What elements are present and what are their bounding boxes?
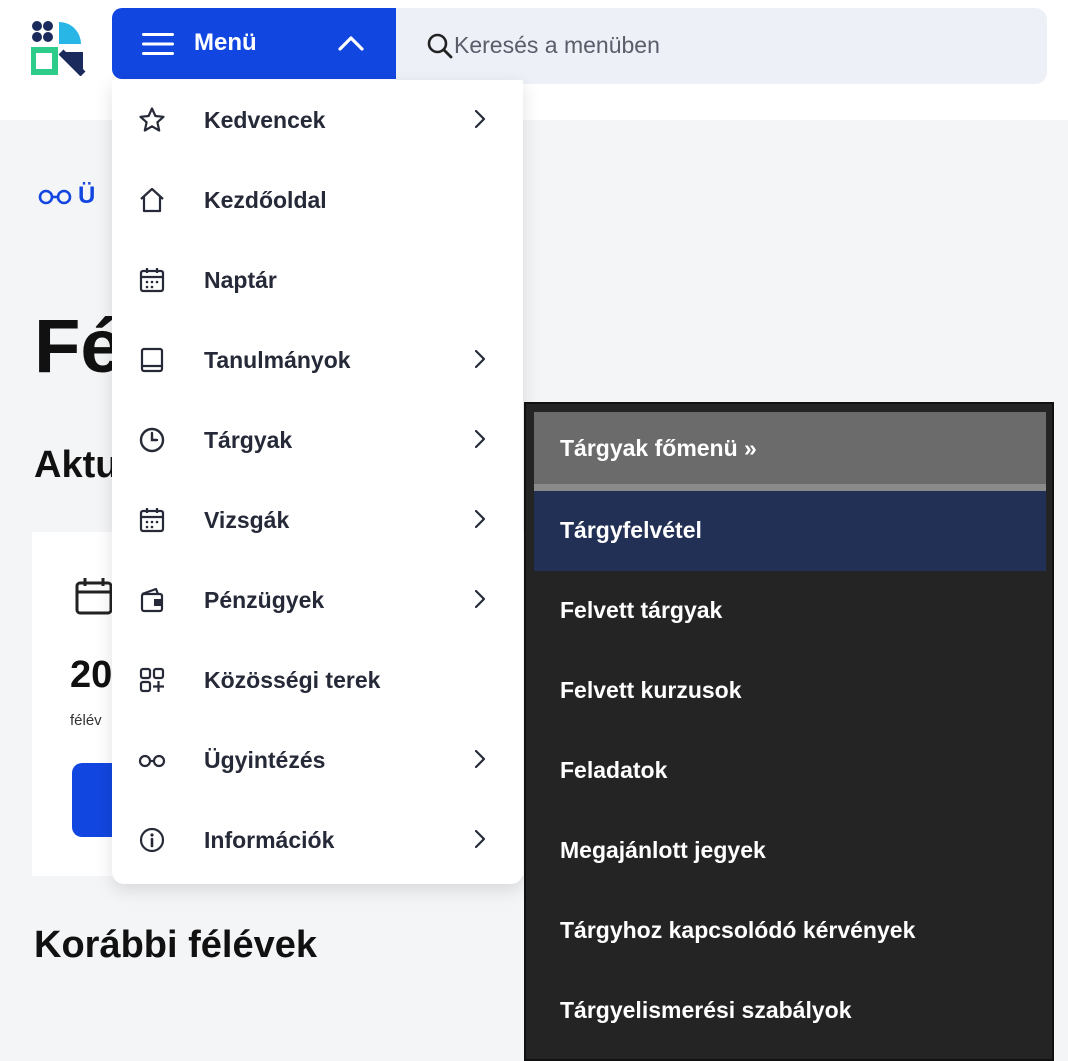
chevron-right-icon [473, 748, 487, 775]
main-menu-dropdown: Kedvencek Kezdőoldal Naptár Tanulmányok … [112, 80, 523, 884]
submenu-item-label: Tárgyfelvétel [560, 517, 702, 543]
menu-item-tanulmanyok[interactable]: Tanulmányok [112, 320, 523, 400]
menu-item-label: Tanulmányok [204, 347, 351, 373]
app-logo[interactable] [30, 20, 87, 77]
section-heading-current: Aktu [34, 444, 119, 486]
semester-year: 20 [70, 654, 113, 696]
chevron-right-icon [473, 108, 487, 135]
chevron-right-icon [473, 588, 487, 615]
menu-item-label: Naptár [204, 267, 277, 293]
menu-item-kezdooldal[interactable]: Kezdőoldal [112, 160, 523, 240]
submenu-item-felvett-targyak[interactable]: Felvett tárgyak [534, 571, 1046, 651]
submenu-header-link[interactable]: Tárgyak főmenü » [534, 412, 1046, 493]
menu-item-targyak[interactable]: Tárgyak [112, 400, 523, 480]
submenu-header-label: Tárgyak főmenü » [560, 435, 757, 461]
menu-item-label: Vizsgák [204, 507, 290, 533]
search-icon [427, 33, 453, 64]
submenu-item-targyfelvetel[interactable]: Tárgyfelvétel [534, 491, 1046, 571]
menu-item-label: Ügyintézés [204, 747, 326, 773]
menu-item-label: Kezdőoldal [204, 187, 327, 213]
hamburger-icon [142, 32, 174, 61]
chevron-right-icon [473, 508, 487, 535]
book-icon [138, 346, 166, 374]
menu-item-label: Tárgyak [204, 427, 293, 453]
menu-search [396, 8, 1047, 84]
menu-toggle-button[interactable]: Menü [112, 8, 396, 79]
submenu-item-label: Megajánlott jegyek [560, 837, 766, 863]
submenu-item-label: Tárgyelismerési szabályok [560, 997, 852, 1023]
menu-item-vizsgak[interactable]: Vizsgák [112, 480, 523, 560]
search-input[interactable] [454, 30, 1014, 60]
section-heading-previous: Korábbi félévek [34, 924, 317, 966]
menu-item-ugyintezes[interactable]: Ügyintézés [112, 720, 523, 800]
submenu-item-megajanlott-jegyek[interactable]: Megajánlott jegyek [534, 811, 1046, 891]
chevron-right-icon [473, 428, 487, 455]
submenu-item-targyhoz-kapcsolodo-kervenyek[interactable]: Tárgyhoz kapcsolódó kérvények [534, 891, 1046, 971]
menu-item-naptar[interactable]: Naptár [112, 240, 523, 320]
glasses-icon [138, 746, 166, 774]
calendar-icon [138, 266, 166, 294]
chevron-right-icon [473, 348, 487, 375]
menu-item-kedvencek[interactable]: Kedvencek [112, 80, 523, 160]
submenu-item-felvett-kurzusok[interactable]: Felvett kurzusok [534, 651, 1046, 731]
breadcrumb-label: Ü [78, 182, 96, 209]
submenu-item-label: Feladatok [560, 757, 668, 783]
menu-item-informaciok[interactable]: Információk [112, 800, 523, 880]
menu-item-label: Kedvencek [204, 107, 326, 133]
menu-item-kozossegi-terek[interactable]: Közösségi terek [112, 640, 523, 720]
wallet-icon [138, 586, 166, 614]
chevron-up-icon [337, 32, 365, 59]
menu-item-label: Információk [204, 827, 335, 853]
menu-item-penzugyek[interactable]: Pénzügyek [112, 560, 523, 640]
submenu-item-feladatok[interactable]: Feladatok [534, 731, 1046, 811]
star-icon [138, 106, 166, 134]
info-icon [138, 826, 166, 854]
breadcrumb[interactable]: Ü [38, 182, 95, 210]
clock-icon [138, 426, 166, 454]
submenu-item-label: Tárgyhoz kapcsolódó kérvények [560, 917, 916, 943]
submenu-item-targyelismeresi-szabalyok[interactable]: Tárgyelismerési szabályok [534, 971, 1046, 1051]
semester-label: félév [70, 712, 102, 729]
targyak-submenu: Tárgyak főmenü » Tárgyfelvétel Felvett t… [524, 402, 1054, 1061]
chevron-right-icon [473, 828, 487, 855]
menu-item-label: Közösségi terek [204, 667, 381, 693]
submenu-item-label: Felvett kurzusok [560, 677, 742, 703]
calendar-icon [74, 576, 114, 621]
grid-plus-icon [138, 666, 166, 694]
home-icon [138, 186, 166, 214]
menu-label: Menü [194, 29, 257, 56]
menu-item-label: Pénzügyek [204, 587, 325, 613]
submenu-item-label: Felvett tárgyak [560, 597, 723, 623]
calendar-icon [138, 506, 166, 534]
glasses-icon [38, 189, 72, 204]
